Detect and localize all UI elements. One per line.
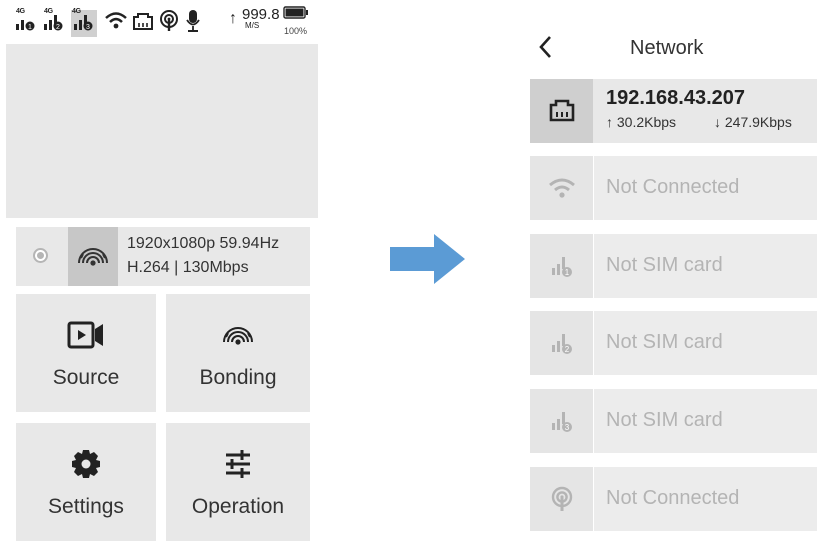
- svg-text:3: 3: [564, 423, 569, 432]
- svg-text:2: 2: [56, 24, 60, 31]
- hotspot-status: Not Connected: [606, 487, 740, 509]
- wifi-icon: [530, 156, 593, 220]
- upload-rate: ↑ 30.2Kbps: [606, 114, 677, 130]
- network-row-sim-1[interactable]: 1 Not SIM card: [530, 234, 817, 298]
- network-row-sim-3[interactable]: 3 Not SIM card: [530, 389, 817, 453]
- bonding-status-icon[interactable]: [68, 227, 118, 286]
- sim-2-status: Not SIM card: [606, 331, 723, 353]
- network-row-wifi[interactable]: Not Connected: [530, 156, 817, 220]
- sim-1-signal-icon: 4G 1: [15, 8, 37, 37]
- battery-percent: 100%: [284, 26, 308, 36]
- status-bar: 4G 1 4G 2 4G 3 ↑ 999.8 M/S 100%: [15, 4, 320, 40]
- network-row-hotspot[interactable]: Not Connected: [530, 467, 817, 531]
- sim-1-icon: 1: [530, 234, 593, 298]
- source-label: Source: [52, 366, 120, 389]
- settings-tile[interactable]: Settings: [16, 423, 156, 541]
- ethernet-details: 192.168.43.207 ↑ 30.2Kbps ↓ 247.9Kbps: [593, 79, 817, 143]
- transition-arrow: [390, 234, 466, 289]
- upload-arrow-icon: ↑: [229, 10, 237, 27]
- network-row-sim-2[interactable]: 2 Not SIM card: [530, 311, 817, 375]
- svg-text:1: 1: [564, 268, 569, 277]
- video-camera-icon: [16, 318, 156, 354]
- ip-address: 192.168.43.207: [606, 87, 746, 109]
- operation-tile[interactable]: Operation: [166, 423, 310, 541]
- gear-icon: [16, 447, 156, 483]
- settings-label: Settings: [48, 495, 124, 518]
- hotspot-details: Not Connected: [594, 467, 817, 531]
- svg-text:3: 3: [86, 24, 90, 31]
- wifi-status: Not Connected: [606, 176, 740, 198]
- ethernet-icon: [132, 11, 154, 36]
- svg-text:1: 1: [28, 24, 32, 31]
- bonding-label: Bonding: [199, 366, 277, 389]
- microphone-icon: [185, 9, 201, 38]
- operation-label: Operation: [191, 495, 285, 518]
- sim-3-details: Not SIM card: [594, 389, 817, 453]
- battery-indicator: 100%: [283, 6, 309, 36]
- wifi-icon: [104, 10, 128, 37]
- back-button[interactable]: [536, 33, 556, 68]
- bonding-icon: [166, 318, 310, 354]
- stream-info-bar[interactable]: 1920x1080p 59.94Hz H.264 | 130Mbps: [16, 227, 310, 286]
- sim-3-icon: 3: [530, 389, 593, 453]
- network-row-ethernet[interactable]: 192.168.43.207 ↑ 30.2Kbps ↓ 247.9Kbps: [530, 79, 817, 143]
- stream-resolution: 1920x1080p 59.94Hz: [127, 235, 280, 252]
- sim-1-status: Not SIM card: [606, 254, 723, 276]
- sliders-icon: [166, 447, 310, 483]
- hotspot-icon: [158, 10, 180, 37]
- hotspot-icon: [530, 467, 593, 531]
- wifi-details: Not Connected: [594, 156, 817, 220]
- sim-1-details: Not SIM card: [594, 234, 817, 298]
- svg-text:2: 2: [564, 345, 569, 354]
- battery-icon: [283, 6, 308, 19]
- sim-2-signal-icon: 4G 2: [43, 8, 65, 37]
- stream-radio-button[interactable]: [33, 248, 48, 263]
- sim-2-icon: 2: [530, 311, 593, 375]
- upload-speed-unit: M/S: [245, 21, 260, 30]
- bonding-tile[interactable]: Bonding: [166, 294, 310, 412]
- sim-2-details: Not SIM card: [594, 311, 817, 375]
- source-tile[interactable]: Source: [16, 294, 156, 412]
- page-title: Network: [630, 37, 704, 59]
- chevron-left-icon: [539, 36, 551, 58]
- sim-3-status: Not SIM card: [606, 409, 723, 431]
- ethernet-icon: [530, 79, 593, 143]
- sim-3-signal-icon: 4G 3: [71, 8, 97, 37]
- download-rate: ↓ 247.9Kbps: [714, 114, 792, 130]
- video-preview[interactable]: [6, 44, 318, 218]
- stream-codec: H.264 | 130Mbps: [127, 259, 249, 276]
